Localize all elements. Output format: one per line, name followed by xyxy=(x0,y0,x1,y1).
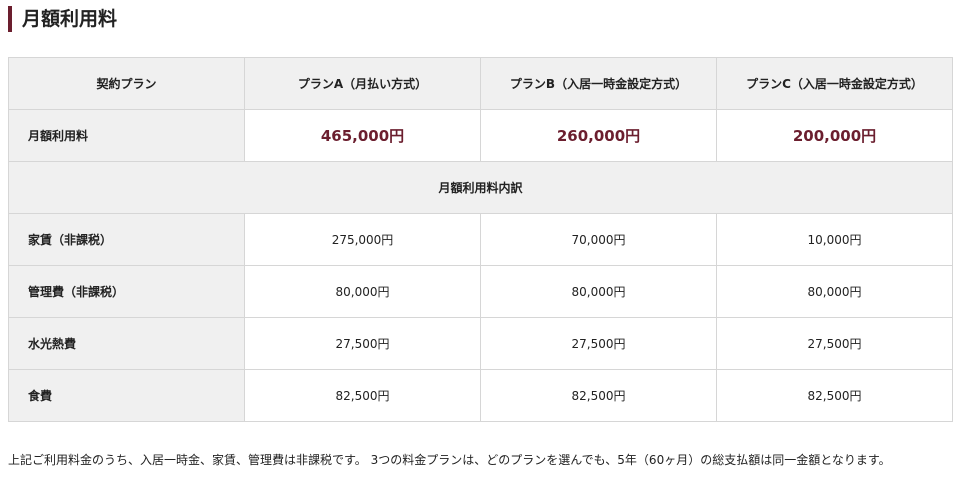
pricing-table: 契約プラン プランA（月払い方式） プランB（入居一時金設定方式） プランC（入… xyxy=(8,57,953,422)
section-heading: 月額利用料内訳 xyxy=(8,161,953,214)
table-row: 水光熱費 27,500円 27,500円 27,500円 xyxy=(8,317,953,370)
cell-value: 82,500円 xyxy=(480,369,717,422)
table-row: 家賃（非課税） 275,000円 70,000円 10,000円 xyxy=(8,213,953,266)
cell-value: 80,000円 xyxy=(480,265,717,318)
cell-value: 27,500円 xyxy=(716,317,953,370)
total-value: 260,000円 xyxy=(480,109,717,162)
row-label: 管理費（非課税） xyxy=(8,265,245,318)
cell-value: 10,000円 xyxy=(716,213,953,266)
cell-value: 275,000円 xyxy=(244,213,481,266)
row-label: 月額利用料 xyxy=(8,109,245,162)
cell-value: 70,000円 xyxy=(480,213,717,266)
column-header: プランA（月払い方式） xyxy=(244,57,481,110)
cell-value: 27,500円 xyxy=(480,317,717,370)
cell-value: 82,500円 xyxy=(244,369,481,422)
row-label: 水光熱費 xyxy=(8,317,245,370)
cell-value: 80,000円 xyxy=(244,265,481,318)
total-row: 月額利用料 465,000円 260,000円 200,000円 xyxy=(8,109,953,162)
column-header: プランB（入居一時金設定方式） xyxy=(480,57,717,110)
cell-value: 80,000円 xyxy=(716,265,953,318)
table-row: 管理費（非課税） 80,000円 80,000円 80,000円 xyxy=(8,265,953,318)
tax-note: 上記ご利用料金のうち、入居一時金、家賃、管理費は非課税です。 3つの料金プランは… xyxy=(8,453,891,467)
table-row: 食費 82,500円 82,500円 82,500円 xyxy=(8,369,953,422)
row-label: 家賃（非課税） xyxy=(8,213,245,266)
cell-value: 82,500円 xyxy=(716,369,953,422)
cell-value: 27,500円 xyxy=(244,317,481,370)
section-row: 月額利用料内訳 xyxy=(8,161,953,214)
total-value: 200,000円 xyxy=(716,109,953,162)
column-header: 契約プラン xyxy=(8,57,245,110)
column-header: プランC（入居一時金設定方式） xyxy=(716,57,953,110)
row-label: 食費 xyxy=(8,369,245,422)
page-title: 月額利用料 xyxy=(8,6,117,32)
table-header-row: 契約プラン プランA（月払い方式） プランB（入居一時金設定方式） プランC（入… xyxy=(8,57,953,110)
total-value: 465,000円 xyxy=(244,109,481,162)
